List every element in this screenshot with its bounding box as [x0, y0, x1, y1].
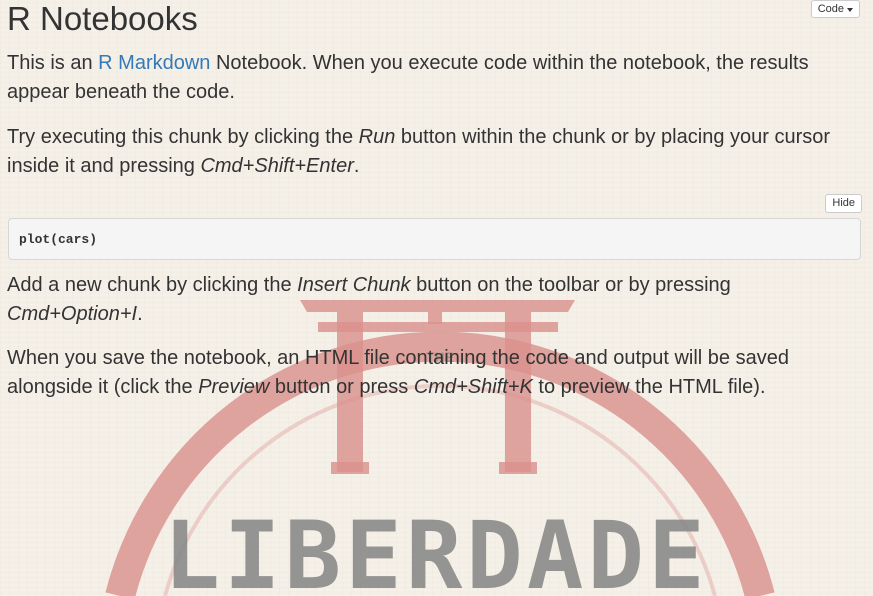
code-chunk-source: plot(cars) — [19, 231, 98, 247]
run-paragraph: Try executing this chunk by clicking the… — [7, 123, 862, 181]
intro-text-pre: This is an — [7, 52, 99, 74]
insert-text-post: . — [137, 303, 143, 325]
r-markdown-link[interactable]: R Markdown — [98, 52, 210, 74]
insert-text-mid: button on the toolbar or by pressing — [410, 274, 731, 296]
run-text-post: . — [353, 155, 360, 177]
page-title: R Notebooks — [7, 0, 198, 37]
code-dropdown-button[interactable]: Code — [810, 0, 860, 18]
caret-down-icon — [847, 7, 853, 12]
save-emphasis: Preview — [198, 376, 270, 398]
run-text-pre: Try executing this chunk by clicking the — [7, 126, 359, 148]
save-shortcut: Cmd+Shift+K — [413, 376, 533, 398]
save-text-mid: button or press — [269, 376, 414, 398]
run-shortcut: Cmd+Shift+Enter — [200, 155, 354, 177]
run-emphasis: Run — [358, 126, 396, 148]
insert-text-pre: Add a new chunk by clicking the — [7, 274, 298, 296]
hide-chunk-button[interactable]: Hide — [825, 194, 862, 213]
insert-emphasis: Insert Chunk — [297, 274, 411, 296]
intro-paragraph: This is an R Markdown Notebook. When you… — [7, 49, 862, 107]
code-chunk[interactable]: plot(cars) — [8, 218, 861, 260]
save-text-post: to preview the HTML file). — [532, 376, 766, 398]
save-paragraph: When you save the notebook, an HTML file… — [7, 344, 862, 402]
insert-shortcut: Cmd+Option+I — [7, 303, 138, 325]
insert-paragraph: Add a new chunk by clicking the Insert C… — [7, 271, 862, 329]
code-dropdown-label: Code — [817, 2, 844, 15]
